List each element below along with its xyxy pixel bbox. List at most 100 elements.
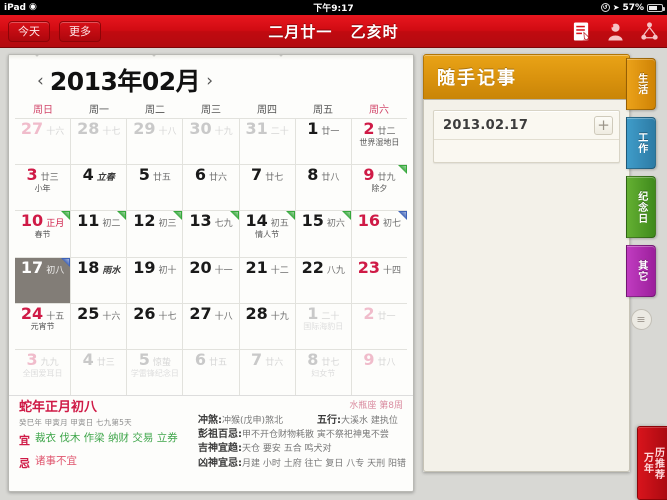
calendar-day-cell[interactable]: 1 廿一 (296, 119, 352, 165)
ji-label: 忌 (19, 456, 30, 470)
day-line: 9 廿九 (355, 166, 404, 184)
calendar-day-cell[interactable]: 26 十七 (127, 303, 184, 349)
list-icon[interactable]: ≡ (630, 309, 652, 330)
calendar-day-cell[interactable]: 30 十九 (183, 119, 240, 165)
calendar-day-cell[interactable]: 9 廿九 除夕 (352, 165, 407, 210)
calendar-day-cell[interactable]: 16 初七 (352, 211, 407, 256)
today-button[interactable]: 今天 (8, 20, 50, 42)
holiday-corner-marker-icon (61, 257, 71, 267)
calendar-day-cell[interactable]: 1 二十 国际海豹日 (296, 303, 352, 349)
yi-text: 裁衣 伐木 作梁 纳财 交易 立券 (35, 431, 178, 444)
lunar-label: 十八 (158, 127, 177, 137)
calendar-day-cell[interactable]: 19 初十 (127, 257, 184, 303)
festival-label: 除夕 (371, 183, 388, 193)
day-number: 20 (189, 257, 212, 277)
almanac-row-value: 冲猴(戊申)煞北 (221, 416, 283, 426)
day-line: 7 廿七 (243, 166, 292, 184)
calendar-day-cell[interactable]: 2 廿一 (352, 304, 407, 349)
calendar-day-cell[interactable]: 21 十二 (240, 257, 296, 303)
calendar-day-cell[interactable]: 17 初八 (15, 257, 72, 303)
almanac-panel: 水瓶座 第8周 蛇年正月初八 癸巳年 甲寅月 甲寅日 七九第5天 宜 裁衣 伐木… (9, 395, 413, 491)
calendar-day-cell[interactable]: 25 十六 (71, 303, 128, 349)
account-icon[interactable] (606, 21, 625, 42)
calendar-day-cell[interactable]: 5 廿五 (127, 165, 184, 211)
calendar-day-cell[interactable]: 5 惊蛰 学雷锋纪念日 (127, 349, 184, 396)
notes-body: 2013.02.17 + (423, 99, 630, 472)
calendar-day-cell[interactable]: 9 廿八 (352, 350, 407, 395)
month-title[interactable]: 2013年02月 (50, 69, 201, 94)
calendar-day-cell[interactable]: 8 廿八 (296, 165, 352, 211)
almanac-yi-row: 宜 裁衣 伐木 作梁 纳财 交易 立券 (19, 432, 198, 448)
category-tab-life[interactable]: 生活 (626, 58, 656, 110)
note-card[interactable]: 2013.02.17 + (433, 110, 620, 163)
holiday-corner-marker-icon (397, 165, 407, 175)
lunar-label: 初六 (326, 219, 345, 230)
calendar-day-cell[interactable]: 4 立春 (71, 165, 128, 211)
calendar-day-cell[interactable]: 27 十八 (183, 303, 240, 349)
calendar-day-cell[interactable]: 6 廿五 (183, 349, 240, 396)
almanac-row-extra-value: 大溪水 建执位 (341, 416, 398, 426)
calendar-day-cell[interactable]: 6 廿六 (183, 165, 240, 211)
festival-label: 春节 (34, 230, 51, 240)
day-line: 15 初六 (299, 213, 348, 230)
calendar-day-cell[interactable]: 18 雨水 (71, 257, 128, 303)
weekday-header-0: 周日 (33, 105, 53, 116)
calendar-day-cell[interactable]: 2 廿二 世界湿地日 (352, 119, 407, 164)
almanac-row: 彭祖百忌:甲不开仓财物耗散 寅不祭祀神鬼不尝 (198, 428, 406, 442)
note-card-body[interactable] (434, 140, 619, 162)
calendar-day-cell[interactable]: 29 十八 (127, 119, 184, 165)
category-tab-work[interactable]: 工作 (626, 117, 656, 169)
calendar-day-cell[interactable]: 10 正月 春节 (15, 211, 72, 257)
calendar-day-cell[interactable]: 3 廿三 小年 (15, 165, 72, 211)
holiday-corner-marker-icon (397, 211, 407, 221)
day-number: 6 (194, 165, 207, 185)
calendar-day-cell[interactable]: 8 廿七 妇女节 (296, 349, 352, 396)
day-line: 24 十五 (18, 305, 67, 323)
calendar-day-cell[interactable]: 31 二十 (240, 119, 296, 165)
lunar-label: 初八 (46, 265, 65, 276)
day-line: 16 初七 (355, 213, 404, 230)
day-number: 29 (133, 119, 156, 138)
plus-icon[interactable]: + (594, 115, 613, 135)
calendar-day-cell[interactable]: 15 初六 (296, 211, 352, 257)
day-line: 14 初五 (243, 213, 292, 230)
more-button[interactable]: 更多 (59, 20, 101, 42)
calendar-day-cell[interactable]: 13 七九 (183, 211, 240, 257)
calendar-day-cell[interactable]: 20 十一 (183, 257, 240, 303)
day-number: 21 (245, 257, 268, 277)
almanac-subtitle: 癸巳年 甲寅月 甲寅日 七九第5天 (19, 417, 132, 427)
calendar-day-cell[interactable]: 7 廿六 (240, 349, 296, 396)
calendar-day-cell[interactable]: 23 十四 (352, 258, 407, 303)
chevron-left-icon[interactable]: ‹ (31, 72, 50, 90)
lunar-label: 十九 (270, 311, 289, 322)
note-icon[interactable] (572, 21, 591, 42)
lunar-label: 廿三 (40, 173, 59, 184)
chevron-right-icon[interactable]: › (200, 72, 219, 90)
almanac-right: 冲煞:冲猴(戊申)煞北 五行:大溪水 建执位 彭祖百忌:甲不开仓财物耗散 寅不祭祀神… (198, 400, 406, 491)
calendar-day-cell[interactable]: 28 十七 (71, 119, 128, 165)
calendar-day-cell[interactable]: 14 初五 情人节 (240, 211, 296, 257)
day-number: 11 (77, 211, 100, 231)
category-tab-other[interactable]: 其它 (626, 245, 656, 297)
category-tab-anniv[interactable]: 纪念日 (626, 176, 656, 238)
calendar-day-cell[interactable]: 11 初二 (71, 211, 128, 257)
rotation-lock-icon: ↺ (600, 3, 610, 12)
day-line: 8 廿七 (299, 351, 348, 369)
recommend-ribbon-button[interactable]: 万年 历推荐 (637, 426, 667, 500)
almanac-row-value: 甲不开仓财物耗散 寅不祭祀神鬼不尝 (241, 430, 389, 441)
calendar-day-cell[interactable]: 4 廿三 (71, 349, 128, 396)
calendar-day-cell[interactable]: 3 九九 全国爱耳日 (15, 349, 72, 396)
calendar-day-cell[interactable]: 7 廿七 (240, 165, 296, 211)
day-line: 8 廿八 (299, 166, 348, 184)
lunar-label: 廿八 (377, 357, 396, 368)
calendar-week-row: 24 十五 元宵节 25 十六 26 十七 27 十八 28 十九 1 二十 国际海豹日 2 廿一 (15, 302, 407, 349)
calendar-day-cell[interactable]: 22 八九 (296, 257, 352, 303)
calendar-day-cell[interactable]: 27 十六 (15, 119, 72, 165)
holiday-corner-marker-icon (341, 211, 351, 221)
notes-pane: 随手记事 2013.02.17 + 生活 工作 纪念日 其它 ≡ 万年 历推荐 (419, 48, 667, 500)
calendar-day-cell[interactable]: 28 十九 (240, 303, 296, 349)
lunar-label: 二十 (321, 311, 340, 322)
calendar-day-cell[interactable]: 12 初三 (127, 211, 184, 257)
share-icon[interactable] (640, 21, 659, 42)
calendar-day-cell[interactable]: 24 十五 元宵节 (15, 303, 72, 349)
